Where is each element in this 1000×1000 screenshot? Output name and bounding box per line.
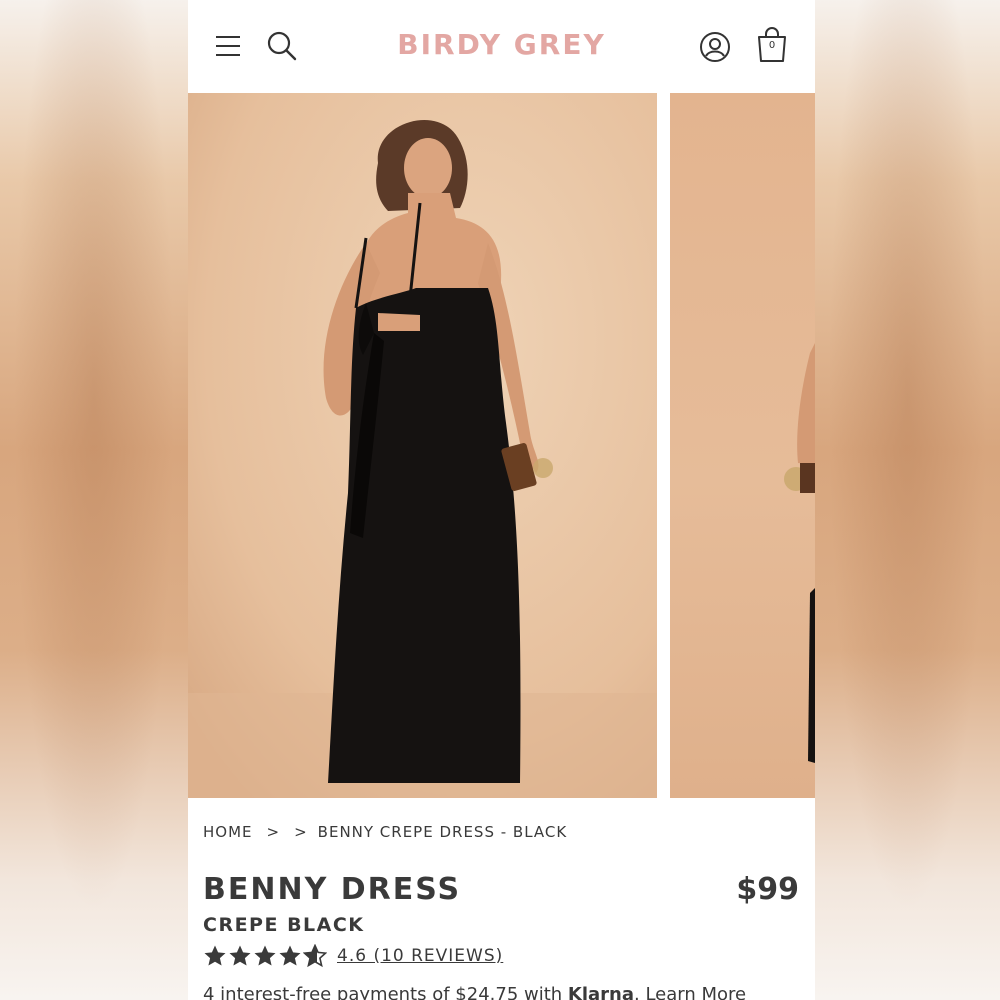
rating-row: 4.6 (10 REVIEWS) [203, 944, 503, 968]
site-header: BIRDY GREY 0 [188, 0, 815, 93]
klarna-learn-more[interactable]: . Learn More [634, 984, 746, 1000]
star-icon [279, 945, 301, 966]
breadcrumb-home[interactable]: HOME [203, 823, 253, 841]
klarna-message: 4 interest-free payments of $24.75 with … [203, 984, 746, 1000]
rating-stars [203, 944, 327, 968]
product-image-main[interactable] [188, 93, 657, 798]
product-image-gallery[interactable] [188, 93, 815, 798]
star-icon [254, 945, 276, 966]
account-icon [700, 32, 730, 62]
breadcrumb-separator: > [266, 823, 281, 841]
cart-button[interactable]: 0 [755, 26, 789, 64]
background-blur-right [815, 0, 1000, 1000]
product-title: BENNY DRESS [203, 872, 462, 907]
product-page: BIRDY GREY 0 HOME > > BENNY CREPE DRESS … [188, 0, 815, 1000]
product-image-next[interactable] [670, 93, 815, 798]
star-icon [204, 945, 226, 966]
product-subtitle: CREPE BLACK [203, 914, 365, 936]
breadcrumb-current: BENNY CREPE DRESS - BLACK [317, 823, 568, 841]
star-half-icon [303, 944, 327, 968]
breadcrumb: HOME > > BENNY CREPE DRESS - BLACK [203, 823, 567, 841]
background-blur-left [0, 0, 188, 1000]
klarna-text: 4 interest-free payments of $24.75 with [203, 984, 568, 1000]
reviews-link[interactable]: 4.6 (10 REVIEWS) [337, 946, 503, 966]
model-photo [188, 93, 657, 798]
klarna-logo: Klarna [567, 984, 635, 1000]
model-photo-partial [670, 93, 815, 798]
cart-count: 0 [768, 40, 776, 51]
breadcrumb-separator: > [294, 823, 308, 841]
star-icon [229, 945, 251, 966]
product-price: $99 [736, 872, 799, 907]
account-button[interactable] [698, 30, 732, 64]
